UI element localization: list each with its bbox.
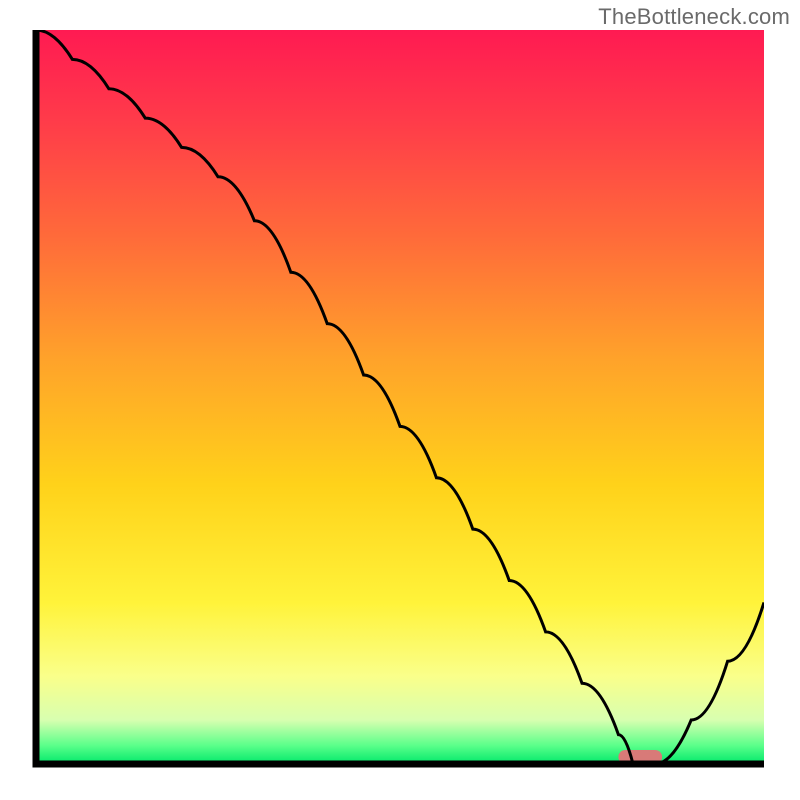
plot-area xyxy=(36,30,764,764)
bottleneck-chart xyxy=(0,0,800,800)
watermark-text: TheBottleneck.com xyxy=(598,4,790,30)
chart-container: TheBottleneck.com xyxy=(0,0,800,800)
gradient-background xyxy=(36,30,764,764)
